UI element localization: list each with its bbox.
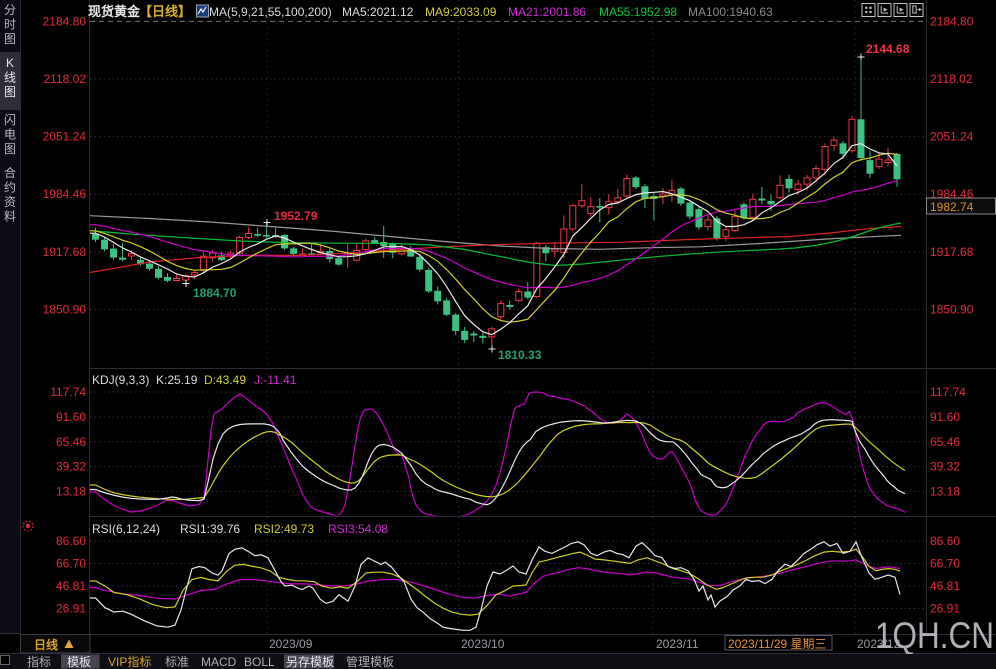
- svg-text:117.74: 117.74: [930, 385, 966, 399]
- svg-text:2118.02: 2118.02: [44, 72, 87, 86]
- svg-text:K: K: [6, 56, 14, 70]
- svg-text:46.81: 46.81: [930, 579, 960, 593]
- svg-text:39.32: 39.32: [56, 460, 86, 474]
- svg-text:117.74: 117.74: [50, 385, 86, 399]
- svg-text:料: 料: [4, 210, 16, 224]
- svg-text:13.18: 13.18: [930, 484, 960, 498]
- svg-text:2023/11: 2023/11: [656, 637, 699, 651]
- svg-text:2051.24: 2051.24: [43, 130, 87, 144]
- svg-text:91.60: 91.60: [56, 410, 86, 424]
- svg-text:资: 资: [4, 195, 16, 209]
- svg-text:1984.46: 1984.46: [43, 187, 87, 201]
- svg-text:1850.90: 1850.90: [43, 302, 87, 316]
- svg-text:D:43.49: D:43.49: [204, 373, 246, 387]
- svg-text:线: 线: [4, 71, 16, 85]
- svg-text:2184.80: 2184.80: [43, 14, 87, 28]
- svg-text:RSI3:54.08: RSI3:54.08: [328, 522, 388, 536]
- svg-text:1917.68: 1917.68: [930, 245, 974, 259]
- svg-text:标准: 标准: [165, 655, 189, 669]
- svg-text:1917.68: 1917.68: [43, 245, 87, 259]
- svg-text:RSI2:49.73: RSI2:49.73: [254, 522, 314, 536]
- svg-text:2051.24: 2051.24: [930, 130, 974, 144]
- svg-text:66.70: 66.70: [56, 557, 86, 571]
- svg-text:KDJ(9,3,3): KDJ(9,3,3): [92, 373, 149, 387]
- svg-text:合: 合: [4, 165, 16, 180]
- svg-text:2144.68: 2144.68: [866, 42, 910, 56]
- svg-text:2184.80: 2184.80: [930, 14, 974, 28]
- svg-text:约: 约: [4, 180, 16, 195]
- svg-text:【日线】: 【日线】: [139, 4, 191, 19]
- svg-text:图: 图: [4, 142, 16, 156]
- svg-text:65.46: 65.46: [56, 435, 86, 449]
- svg-text:1982.74: 1982.74: [930, 200, 974, 214]
- svg-text:1884.70: 1884.70: [193, 286, 237, 300]
- svg-text:86.60: 86.60: [930, 534, 960, 548]
- svg-text:电: 电: [4, 128, 16, 142]
- svg-text:MA9:2033.09: MA9:2033.09: [425, 5, 497, 19]
- svg-text:VIP指标: VIP指标: [108, 654, 151, 669]
- svg-text:MA21:2001.86: MA21:2001.86: [508, 5, 586, 19]
- svg-text:91.60: 91.60: [930, 410, 960, 424]
- svg-text:指标: 指标: [27, 654, 51, 669]
- svg-text:日线: 日线: [34, 637, 58, 652]
- svg-text:46.81: 46.81: [56, 579, 86, 593]
- svg-text:1810.33: 1810.33: [498, 348, 542, 362]
- svg-text:86.60: 86.60: [56, 534, 86, 548]
- svg-text:MA5:2021.12: MA5:2021.12: [342, 5, 414, 19]
- svg-text:13.18: 13.18: [56, 484, 86, 498]
- svg-text:39.32: 39.32: [930, 460, 960, 474]
- svg-text:66.70: 66.70: [930, 557, 960, 571]
- svg-text:2118.02: 2118.02: [930, 72, 973, 86]
- svg-text:2023/11/29 星期三: 2023/11/29 星期三: [728, 637, 827, 651]
- svg-text:RSI(6,12,24): RSI(6,12,24): [92, 522, 160, 536]
- svg-text:26.91: 26.91: [930, 602, 960, 616]
- svg-text:1952.79: 1952.79: [274, 209, 318, 223]
- svg-text:现货黄金: 现货黄金: [88, 4, 141, 19]
- svg-text:BOLL: BOLL: [244, 655, 275, 669]
- svg-text:K:25.19: K:25.19: [156, 373, 198, 387]
- svg-text:J:-11.41: J:-11.41: [254, 373, 297, 387]
- svg-text:闪: 闪: [4, 113, 16, 127]
- svg-text:管理模板: 管理模板: [346, 654, 394, 669]
- svg-text:1850.90: 1850.90: [930, 302, 974, 316]
- svg-text:MACD: MACD: [201, 655, 237, 669]
- svg-text:另存模板: 另存模板: [286, 655, 334, 669]
- svg-text:MA100:1940.63: MA100:1940.63: [688, 5, 773, 19]
- svg-text:分: 分: [4, 3, 16, 17]
- svg-text:26.91: 26.91: [56, 602, 86, 616]
- svg-text:图: 图: [4, 32, 16, 46]
- svg-text:2023/10: 2023/10: [461, 637, 505, 651]
- svg-text:模板: 模板: [67, 655, 91, 669]
- svg-text:MA(5,9,21,55,100,200): MA(5,9,21,55,100,200): [209, 5, 332, 19]
- svg-text:时: 时: [4, 18, 16, 32]
- svg-text:65.46: 65.46: [930, 435, 960, 449]
- svg-text:2023/09: 2023/09: [269, 637, 313, 651]
- svg-text:图: 图: [4, 85, 16, 99]
- svg-text:1QH.CN: 1QH.CN: [875, 615, 994, 656]
- svg-text:MA55:1952.98: MA55:1952.98: [599, 5, 677, 19]
- svg-text:RSI1:39.76: RSI1:39.76: [180, 522, 240, 536]
